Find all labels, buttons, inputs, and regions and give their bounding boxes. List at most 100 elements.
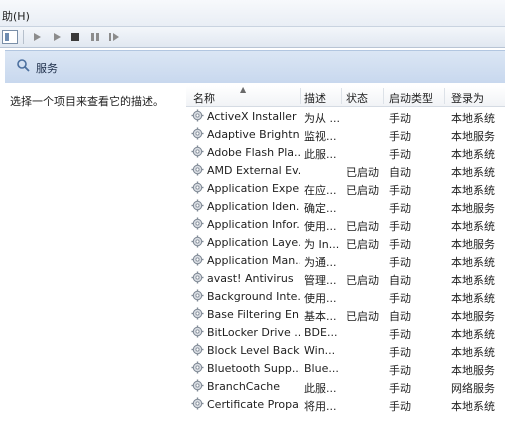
stop-service-icon[interactable] bbox=[68, 30, 82, 44]
service-status: 已启动 bbox=[346, 184, 379, 197]
description-text: 选择一个项目来查看它的描述。 bbox=[10, 95, 164, 108]
service-startup-type: 手动 bbox=[389, 382, 411, 395]
table-row[interactable]: Application Man... 为通... 手动 本地系统 bbox=[186, 251, 505, 269]
menu-help[interactable]: 助(H) bbox=[2, 8, 30, 24]
service-startup-type: 手动 bbox=[389, 292, 411, 305]
column-header-name[interactable]: 名称 bbox=[193, 90, 215, 106]
service-name: Adobe Flash Pla... bbox=[207, 146, 300, 159]
gear-icon bbox=[191, 235, 204, 251]
gear-icon bbox=[191, 307, 204, 323]
table-row[interactable]: avast! Antivirus 管理... 已启动 自动 本地系统 bbox=[186, 269, 505, 287]
sort-arrow-icon: ▲ bbox=[240, 85, 247, 94]
table-row[interactable]: Adaptive Brightn... 监视... 手动 本地服务 bbox=[186, 125, 505, 143]
service-logon-as: 本地系统 bbox=[451, 274, 495, 287]
pane-title: 服务 bbox=[36, 62, 58, 75]
table-row[interactable]: BitLocker Drive ... BDE... 手动 本地系统 bbox=[186, 323, 505, 341]
service-logon-as: 本地系统 bbox=[451, 184, 495, 197]
table-body: ActiveX Installer ...为从 ...手动本地系统 Adaptiv… bbox=[186, 107, 505, 413]
table-row[interactable]: Adobe Flash Pla... 此服... 手动 本地系统 bbox=[186, 143, 505, 161]
service-description: 管理... bbox=[304, 274, 337, 287]
service-logon-as: 本地系统 bbox=[451, 346, 495, 359]
service-status: 已启动 bbox=[346, 274, 379, 287]
gear-icon bbox=[191, 109, 204, 125]
service-startup-type: 手动 bbox=[389, 238, 411, 251]
service-logon-as: 本地服务 bbox=[451, 310, 495, 323]
gear-icon bbox=[191, 397, 204, 413]
table-row[interactable]: Application Laye... 为 In... 已启动 手动 本地服务 bbox=[186, 233, 505, 251]
table-row[interactable]: BranchCache 此服... 手动 网络服务 bbox=[186, 377, 505, 395]
service-status: 已启动 bbox=[346, 166, 379, 179]
service-status: 已启动 bbox=[346, 238, 379, 251]
menu-bar: 助(H) bbox=[0, 0, 505, 27]
column-divider[interactable] bbox=[444, 88, 445, 104]
gear-icon bbox=[191, 163, 204, 179]
gear-icon bbox=[191, 325, 204, 341]
gear-icon bbox=[191, 271, 204, 287]
service-description: 为从 ... bbox=[304, 112, 340, 125]
restart-service-icon[interactable] bbox=[107, 30, 121, 44]
show-hide-tree-icon[interactable] bbox=[2, 30, 18, 44]
service-logon-as: 本地系统 bbox=[451, 220, 495, 233]
service-startup-type: 手动 bbox=[389, 202, 411, 215]
service-name: Background Inte... bbox=[207, 290, 300, 303]
service-logon-as: 本地系统 bbox=[451, 328, 495, 341]
service-logon-as: 本地系统 bbox=[451, 148, 495, 161]
pause-service-icon[interactable] bbox=[88, 30, 102, 44]
table-row[interactable]: Block Level Back... Win... 手动 本地系统 bbox=[186, 341, 505, 359]
service-status: 已启动 bbox=[346, 220, 379, 233]
service-description: 为 In... bbox=[304, 238, 340, 251]
gear-icon bbox=[191, 379, 204, 395]
column-divider[interactable] bbox=[300, 88, 301, 104]
table-row[interactable]: Base Filtering En... 基本... 已启动 自动 本地服务 bbox=[186, 305, 505, 323]
services-pane-header: 服务 bbox=[5, 50, 505, 83]
service-description: 基本... bbox=[304, 310, 337, 323]
service-startup-type: 手动 bbox=[389, 148, 411, 161]
description-pane: 选择一个项目来查看它的描述。 bbox=[5, 83, 185, 425]
service-startup-type: 手动 bbox=[389, 346, 411, 359]
service-startup-type: 自动 bbox=[389, 274, 411, 287]
column-divider[interactable] bbox=[383, 88, 384, 104]
services-table: 名称 ▲ 描述 状态 启动类型 登录为 ActiveX Installer ..… bbox=[186, 83, 505, 425]
column-header-status[interactable]: 状态 bbox=[346, 90, 368, 106]
service-name: Block Level Back... bbox=[207, 344, 300, 357]
service-description: BDE... bbox=[304, 326, 338, 339]
service-startup-type: 自动 bbox=[389, 166, 411, 179]
table-header: 名称 ▲ 描述 状态 启动类型 登录为 bbox=[186, 85, 505, 107]
service-name: Application Infor... bbox=[207, 218, 300, 231]
service-logon-as: 本地服务 bbox=[451, 238, 495, 251]
service-status: 已启动 bbox=[346, 310, 379, 323]
service-description: 此服... bbox=[304, 382, 337, 395]
table-row[interactable]: Application Infor... 使用... 已启动 手动 本地系统 bbox=[186, 215, 505, 233]
service-name: AMD External Ev... bbox=[207, 164, 300, 177]
service-name: BitLocker Drive ... bbox=[207, 326, 300, 339]
service-description: 使用... bbox=[304, 220, 337, 233]
table-row[interactable]: Certificate Propa... 将用... 手动 本地系统 bbox=[186, 395, 505, 413]
column-header-logon[interactable]: 登录为 bbox=[451, 90, 484, 106]
service-logon-as: 网络服务 bbox=[451, 382, 495, 395]
column-header-desc[interactable]: 描述 bbox=[304, 90, 326, 106]
service-name: Application Iden... bbox=[207, 200, 300, 213]
column-header-startup[interactable]: 启动类型 bbox=[389, 90, 433, 106]
service-name: Application Man... bbox=[207, 254, 300, 267]
table-row[interactable]: Application Expe... 在应... 已启动 手动 本地系统 bbox=[186, 179, 505, 197]
table-row[interactable]: Application Iden... 确定... 手动 本地服务 bbox=[186, 197, 505, 215]
column-divider[interactable] bbox=[341, 88, 342, 104]
service-startup-type: 手动 bbox=[389, 328, 411, 341]
service-startup-type: 手动 bbox=[389, 220, 411, 233]
service-name: BranchCache bbox=[207, 380, 281, 393]
service-description: 确定... bbox=[304, 202, 337, 215]
table-row[interactable]: Background Inte... 使用... 手动 本地系统 bbox=[186, 287, 505, 305]
table-row[interactable]: AMD External Ev... 已启动 自动 本地系统 bbox=[186, 161, 505, 179]
search-icon bbox=[16, 58, 30, 75]
gear-icon bbox=[191, 145, 204, 161]
service-name: Adaptive Brightn... bbox=[207, 128, 300, 141]
start-service-alt-icon[interactable] bbox=[50, 30, 64, 44]
service-logon-as: 本地服务 bbox=[451, 364, 495, 377]
start-service-icon[interactable] bbox=[30, 30, 44, 44]
toolbar bbox=[0, 27, 505, 48]
table-row[interactable]: Bluetooth Supp... Blue... 手动 本地服务 bbox=[186, 359, 505, 377]
table-row[interactable]: ActiveX Installer ... 为从 ... 手动 本地系统 bbox=[186, 107, 505, 125]
service-name: Certificate Propa... bbox=[207, 398, 300, 411]
gear-icon bbox=[191, 253, 204, 269]
service-description: 监视... bbox=[304, 130, 337, 143]
